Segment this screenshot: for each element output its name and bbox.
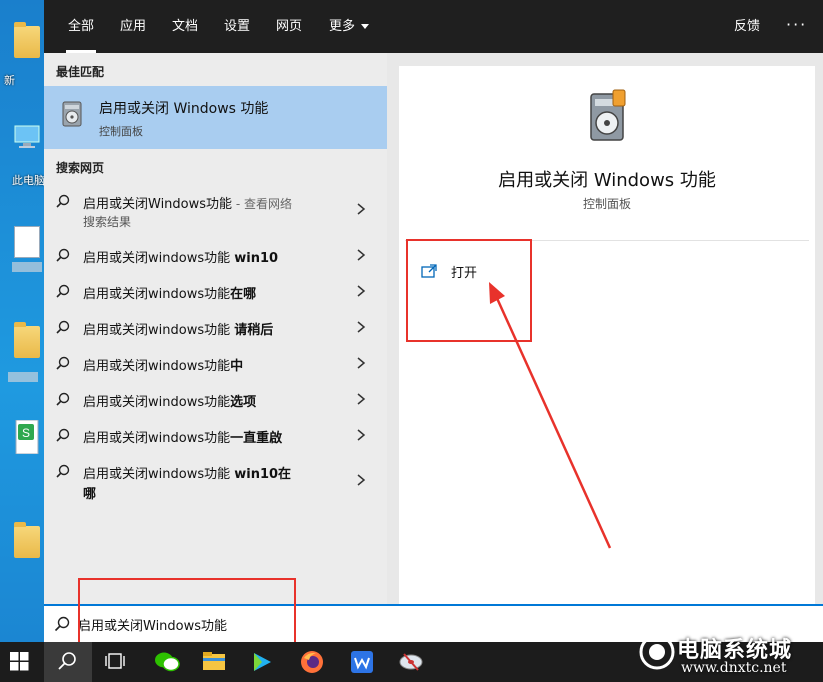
start-button[interactable]	[0, 642, 48, 682]
watermark: 电脑系统城 www.dnxtc.net	[619, 630, 819, 682]
file-explorer-app[interactable]	[190, 642, 238, 682]
wps-app[interactable]	[338, 642, 386, 682]
firefox-icon	[301, 651, 323, 673]
video-player-app[interactable]	[238, 642, 286, 682]
firefox-app[interactable]	[288, 642, 336, 682]
windows-logo-icon	[10, 652, 29, 671]
disc-tool-app[interactable]	[386, 642, 434, 682]
watermark-logo	[639, 634, 675, 670]
wechat-icon	[155, 652, 180, 672]
wechat-app[interactable]	[142, 642, 190, 682]
watermark-url: www.dnxtc.net	[681, 660, 787, 676]
task-view-button[interactable]	[92, 642, 140, 682]
folder-icon	[203, 652, 225, 670]
disc-icon	[399, 653, 423, 671]
play-icon	[254, 653, 271, 671]
annotation-arrow	[489, 282, 612, 549]
taskbar-search-button[interactable]	[44, 642, 92, 682]
search-icon	[58, 652, 76, 670]
wps-icon	[351, 651, 373, 673]
task-view-icon	[105, 653, 125, 669]
